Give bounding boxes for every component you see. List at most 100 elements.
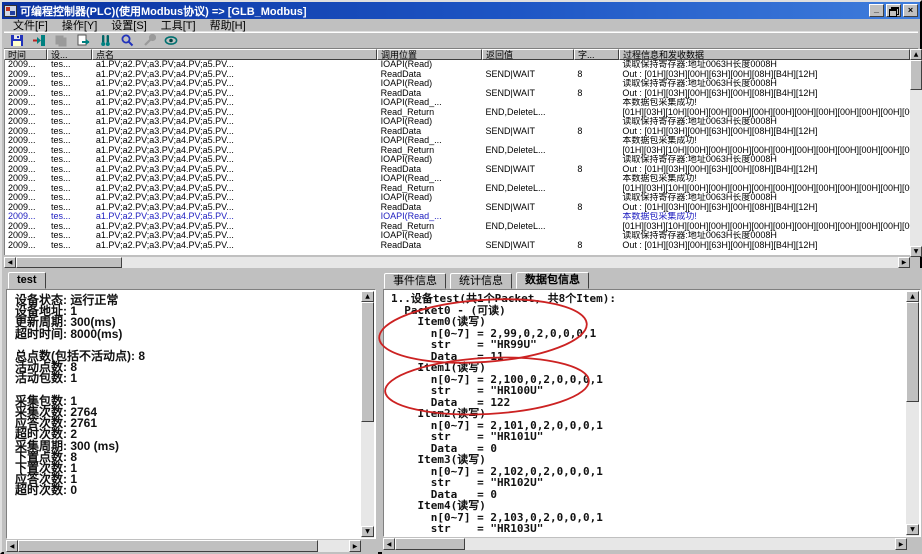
log-vscroll-thumb[interactable] bbox=[910, 60, 922, 90]
device-scroll-left-icon[interactable]: ◀ bbox=[6, 540, 18, 552]
info-scroll-up-icon[interactable]: ▲ bbox=[906, 291, 919, 302]
log-scroll-down-icon[interactable]: ▼ bbox=[910, 246, 922, 257]
column-header-1[interactable]: 设... bbox=[47, 49, 92, 60]
table-row[interactable]: 2009...tes...a1.PV;a2.PV;a3.PV;a4.PV;a5.… bbox=[5, 89, 910, 99]
cell: [01H][03H][10H][00H][00H][00H][00H][00H]… bbox=[619, 184, 910, 194]
log-scroll-left-icon[interactable]: ◀ bbox=[4, 257, 16, 268]
menu-item-2[interactable]: 设置[S] bbox=[104, 17, 153, 33]
cell: [01H][03H][10H][00H][00H][00H][00H][00H]… bbox=[619, 108, 910, 118]
device-scroll-down-icon[interactable]: ▼ bbox=[361, 526, 374, 537]
table-row[interactable]: 2009...tes...a1.PV;a2.PV;a3.PV;a4.PV;a5.… bbox=[5, 231, 910, 241]
table-row[interactable]: 2009...tes...a1.PV;a2.PV;a3.PV;a4.PV;a5.… bbox=[5, 70, 910, 80]
minimize-button[interactable]: _ bbox=[869, 4, 884, 17]
cell: tes... bbox=[48, 184, 93, 194]
cell: Read_Return bbox=[378, 108, 483, 118]
menu-item-3[interactable]: 工具[T] bbox=[154, 17, 203, 33]
cell: 2009... bbox=[5, 241, 48, 251]
cell: 2009... bbox=[5, 231, 48, 241]
table-row[interactable]: 2009...tes...a1.PV;a2.PV;a3.PV;a4.PV;a5.… bbox=[5, 146, 910, 156]
table-row[interactable]: 2009...tes...a1.PV;a2.PV;a3.PV;a4.PV;a5.… bbox=[5, 212, 910, 222]
restore-button[interactable] bbox=[886, 4, 901, 17]
table-row[interactable]: 2009...tes...a1.PV;a2.PV;a3.PV;a4.PV;a5.… bbox=[5, 203, 910, 213]
table-row[interactable]: 2009...tes...a1.PV;a2.PV;a3.PV;a4.PV;a5.… bbox=[5, 108, 910, 118]
cell: Out : [01H][03H][00H][63H][00H][08H][B4H… bbox=[619, 89, 910, 99]
cell bbox=[574, 79, 619, 89]
table-row[interactable]: 2009...tes...a1.PV;a2.PV;a3.PV;a4.PV;a5.… bbox=[5, 117, 910, 127]
column-header-0[interactable]: 时间 bbox=[4, 49, 47, 60]
table-row[interactable]: 2009...tes...a1.PV;a2.PV;a3.PV;a4.PV;a5.… bbox=[5, 193, 910, 203]
cell: IOAPI(Read) bbox=[378, 193, 483, 203]
cell: a1.PV;a2.PV;a3.PV;a4.PV;a5.PV... bbox=[93, 117, 378, 127]
app-window: 可编程控制器(PLC)(使用Modbus协议) => [GLB_Modbus] … bbox=[0, 0, 922, 554]
cell: tes... bbox=[48, 98, 93, 108]
monitor-eye-icon[interactable] bbox=[161, 33, 181, 48]
save-icon[interactable] bbox=[7, 33, 27, 48]
table-row[interactable]: 2009...tes...a1.PV;a2.PV;a3.PV;a4.PV;a5.… bbox=[5, 98, 910, 108]
cell: a1.PV;a2.PV;a3.PV;a4.PV;a5.PV... bbox=[93, 108, 378, 118]
info-vscroll-thumb[interactable] bbox=[906, 302, 919, 402]
info-hscroll-thumb[interactable] bbox=[395, 538, 465, 550]
cell: tes... bbox=[48, 70, 93, 80]
info-panel: 事件信息统计信息数据包信息 1..设备test(共1个Packet, 共8个It… bbox=[382, 272, 922, 554]
device-scroll-up-icon[interactable]: ▲ bbox=[361, 291, 374, 302]
device-vscroll-thumb[interactable] bbox=[361, 302, 374, 422]
table-row[interactable]: 2009...tes...a1.PV;a2.PV;a3.PV;a4.PV;a5.… bbox=[5, 241, 910, 251]
cell: SEND|WAIT bbox=[482, 89, 574, 99]
device-scroll-right-icon[interactable]: ▶ bbox=[349, 540, 361, 552]
column-header-5[interactable]: 字... bbox=[574, 49, 619, 60]
cell bbox=[574, 231, 619, 241]
table-row[interactable]: 2009...tes...a1.PV;a2.PV;a3.PV;a4.PV;a5.… bbox=[5, 127, 910, 137]
menu-item-1[interactable]: 操作[Y] bbox=[55, 17, 104, 33]
table-row[interactable]: 2009...tes...a1.PV;a2.PV;a3.PV;a4.PV;a5.… bbox=[5, 155, 910, 165]
cell: 8 bbox=[574, 203, 619, 213]
cell: 本数据包采集成功! bbox=[619, 174, 910, 184]
info-scroll-right-icon[interactable]: ▶ bbox=[895, 538, 907, 550]
cell: 本数据包采集成功! bbox=[619, 136, 910, 146]
info-tabstrip: 事件信息统计信息数据包信息 bbox=[382, 272, 922, 289]
search-icon[interactable] bbox=[117, 33, 137, 48]
cell: tes... bbox=[48, 241, 93, 251]
cell: a1.PV;a2.PV;a3.PV;a4.PV;a5.PV... bbox=[93, 60, 378, 70]
log-hscrollbar[interactable] bbox=[4, 257, 910, 268]
column-header-4[interactable]: 返回值 bbox=[482, 49, 574, 60]
menu-item-4[interactable]: 帮助[H] bbox=[203, 17, 253, 33]
tab-1[interactable]: 统计信息 bbox=[450, 273, 512, 289]
device-hscroll-thumb[interactable] bbox=[18, 540, 318, 552]
cell bbox=[574, 222, 619, 232]
cell: a1.PV;a2.PV;a3.PV;a4.PV;a5.PV... bbox=[93, 241, 378, 251]
log-scroll-up-icon[interactable]: ▲ bbox=[910, 49, 922, 60]
column-header-3[interactable]: 调用位置 bbox=[377, 49, 482, 60]
device-tab[interactable]: test bbox=[8, 272, 46, 289]
menu-item-0[interactable]: 文件[F] bbox=[6, 17, 55, 33]
close-button[interactable]: × bbox=[903, 4, 918, 17]
tab-2[interactable]: 数据包信息 bbox=[516, 272, 589, 289]
export-icon[interactable] bbox=[73, 33, 93, 48]
tab-0[interactable]: 事件信息 bbox=[384, 273, 446, 289]
table-row[interactable]: 2009...tes...a1.PV;a2.PV;a3.PV;a4.PV;a5.… bbox=[5, 174, 910, 184]
cell: END,DeleteL... bbox=[482, 222, 574, 232]
probe-icon[interactable] bbox=[95, 33, 115, 48]
cell: 2009... bbox=[5, 127, 48, 137]
cell: 8 bbox=[574, 241, 619, 251]
table-row[interactable]: 2009...tes...a1.PV;a2.PV;a3.PV;a4.PV;a5.… bbox=[5, 136, 910, 146]
table-row[interactable]: 2009...tes...a1.PV;a2.PV;a3.PV;a4.PV;a5.… bbox=[5, 79, 910, 89]
table-row[interactable]: 2009...tes...a1.PV;a2.PV;a3.PV;a4.PV;a5.… bbox=[5, 60, 910, 70]
packet-info-line: str = "HR100U" bbox=[391, 385, 920, 397]
log-hscroll-thumb[interactable] bbox=[16, 257, 122, 268]
cell: a1.PV;a2.PV;a3.PV;a4.PV;a5.PV... bbox=[93, 79, 378, 89]
packet-info-line: str = "HR101U" bbox=[391, 431, 920, 443]
column-header-2[interactable]: 点名 bbox=[92, 49, 377, 60]
connect-icon[interactable] bbox=[29, 33, 49, 48]
cell: SEND|WAIT bbox=[482, 241, 574, 251]
info-scroll-down-icon[interactable]: ▼ bbox=[906, 524, 919, 535]
info-scroll-left-icon[interactable]: ◀ bbox=[383, 538, 395, 550]
cell: tes... bbox=[48, 60, 93, 70]
table-row[interactable]: 2009...tes...a1.PV;a2.PV;a3.PV;a4.PV;a5.… bbox=[5, 222, 910, 232]
log-scroll-right-icon[interactable]: ▶ bbox=[898, 257, 910, 268]
table-row[interactable]: 2009...tes...a1.PV;a2.PV;a3.PV;a4.PV;a5.… bbox=[5, 165, 910, 175]
packet-info-line: Item4(读写) bbox=[391, 500, 920, 512]
table-row[interactable]: 2009...tes...a1.PV;a2.PV;a3.PV;a4.PV;a5.… bbox=[5, 184, 910, 194]
column-header-6[interactable]: 过程信息和发收数据 bbox=[619, 49, 910, 60]
cell: SEND|WAIT bbox=[482, 165, 574, 175]
cell: IOAPI(Read_... bbox=[378, 98, 483, 108]
